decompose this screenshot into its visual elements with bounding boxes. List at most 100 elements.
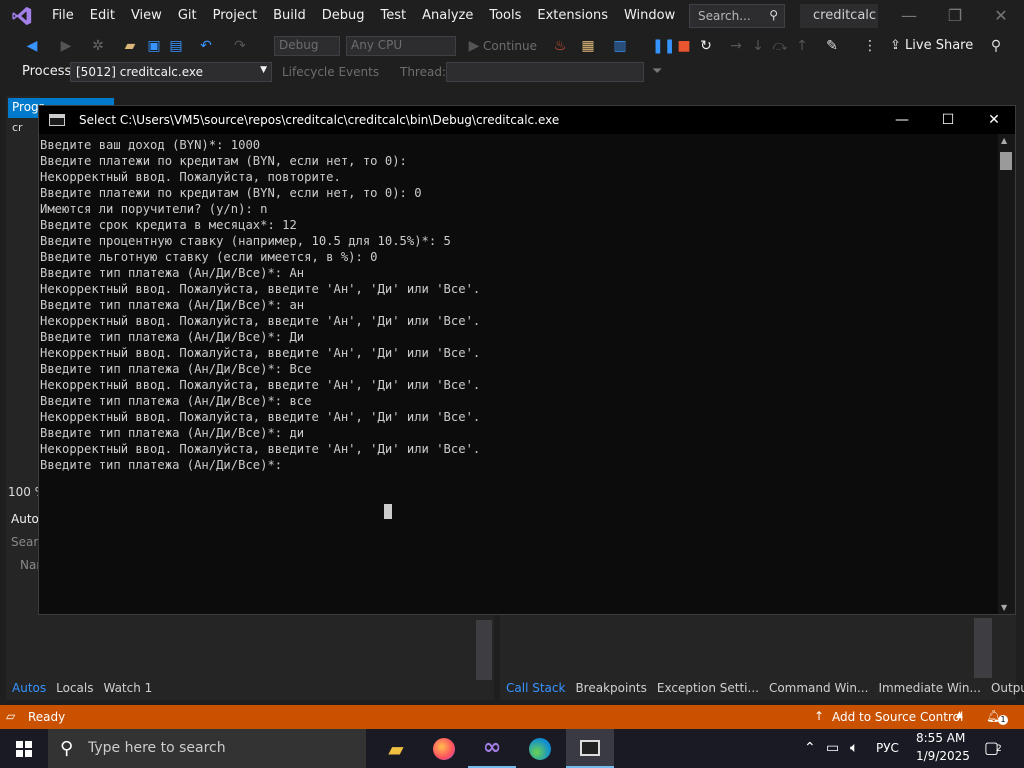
console-taskbar-icon[interactable]	[566, 729, 614, 768]
menu-item-view[interactable]: View	[123, 0, 170, 32]
close-button[interactable]: ✕	[978, 0, 1024, 32]
step-into-icon[interactable]: ↓	[750, 38, 766, 54]
menu-item-test[interactable]: Test	[373, 0, 415, 32]
menu-item-analyze[interactable]: Analyze	[414, 0, 481, 32]
visual-studio-taskbar-icon[interactable]: ∞	[468, 729, 516, 768]
add-to-source-control-button[interactable]: Add to Source Control	[832, 710, 963, 724]
tab-watch-1[interactable]: Watch 1	[103, 681, 152, 695]
console-line: Некорректный ввод. Пожалуйста, введите '…	[40, 378, 481, 392]
tab-breakpoints[interactable]: Breakpoints	[575, 681, 646, 695]
menu-item-project[interactable]: Project	[205, 0, 265, 32]
pause-icon[interactable]: ❚❚	[652, 38, 675, 54]
redo-icon[interactable]: ↷	[232, 38, 248, 54]
windows-taskbar: ⚲ Type here to search ▰ ∞ ⌃ ▭ 🔈︎ РУС 8:5…	[0, 729, 1024, 768]
menu-item-edit[interactable]: Edit	[82, 0, 123, 32]
new-project-icon[interactable]: ✲	[90, 38, 106, 54]
tray-overflow-icon[interactable]: ⌃	[804, 740, 816, 756]
search-placeholder: Search...	[698, 9, 751, 23]
bottom-left-tabs: Autos Locals Watch 1	[12, 681, 162, 695]
console-line: Введите платежи по кредитам (BYN, если н…	[40, 154, 407, 168]
menu-item-debug[interactable]: Debug	[314, 0, 373, 32]
scroll-down-icon[interactable]: ▼	[1001, 603, 1007, 612]
tab-immediate-win[interactable]: Immediate Win...	[878, 681, 981, 695]
search-icon: ⚲	[60, 738, 74, 759]
configuration-dropdown[interactable]: Debug	[274, 36, 340, 56]
language-indicator[interactable]: РУС	[876, 741, 899, 755]
step-out-icon[interactable]: ↑	[794, 38, 810, 54]
continue-button[interactable]: Continue	[483, 39, 537, 53]
thread-dropdown[interactable]	[446, 62, 644, 82]
console-line: Некорректный ввод. Пожалуйста, введите '…	[40, 410, 481, 424]
live-share-button[interactable]: ⇪ Live Share	[890, 38, 973, 53]
file-explorer-icon[interactable]: ▰	[372, 729, 420, 768]
forward-navigation-icon[interactable]: ▶	[58, 38, 74, 54]
edge-icon[interactable]	[516, 729, 564, 768]
back-navigation-icon[interactable]: ◀	[24, 38, 40, 54]
browser-icon[interactable]: ▥	[612, 38, 628, 54]
menu-items: File Edit View Git Project Build Debug Test Anal…	[44, 0, 729, 32]
search-input[interactable]: Search... ⚲	[689, 4, 785, 28]
stop-icon[interactable]: ■	[676, 38, 692, 54]
console-titlebar[interactable]: Select C:\Users\VM5\source\repos\creditc…	[39, 106, 1015, 134]
scroll-up-icon[interactable]: ▲	[1001, 136, 1007, 145]
save-all-icon[interactable]: ▤	[168, 38, 184, 54]
start-button[interactable]	[0, 729, 48, 768]
hot-reload-icon[interactable]: ♨	[552, 38, 568, 54]
tab-exception-setti[interactable]: Exception Setti...	[657, 681, 759, 695]
restart-icon[interactable]: ↻	[698, 38, 714, 54]
tab-locals[interactable]: Locals	[56, 681, 93, 695]
process-dropdown[interactable]: [5012] creditcalc.exe ▼	[70, 62, 272, 82]
console-scrollbar[interactable]: ▲ ▼	[998, 134, 1015, 614]
undo-icon[interactable]: ↶	[198, 38, 214, 54]
process-value: [5012] creditcalc.exe	[76, 65, 204, 79]
feedback-icon[interactable]: ⚲	[988, 38, 1004, 54]
step-over-icon[interactable]: ⤼	[772, 38, 788, 54]
autos-scrollbar[interactable]	[476, 620, 492, 680]
menu-item-extensions[interactable]: Extensions	[529, 0, 616, 32]
console-line: Имеются ли поручители? (y/n): n	[40, 202, 268, 216]
console-output[interactable]: Введите ваш доход (BYN)*: 1000 Введите пл…	[39, 137, 999, 607]
restore-button[interactable]: ❐	[932, 0, 978, 32]
live-share-icon: ⇪	[890, 38, 901, 53]
menu-item-window[interactable]: Window	[616, 0, 683, 32]
console-title: Select C:\Users\VM5\source\repos\creditc…	[79, 113, 560, 127]
call-stack-scrollbar[interactable]	[974, 618, 992, 678]
console-close-button[interactable]: ✕	[971, 106, 1017, 134]
clock-time[interactable]: 8:55 AM	[916, 731, 965, 745]
console-scroll-thumb[interactable]	[1000, 152, 1012, 170]
attach-icon[interactable]: ▦	[580, 38, 596, 54]
console-maximize-button[interactable]: ☐	[925, 106, 971, 134]
console-window[interactable]: Select C:\Users\VM5\source\repos\creditc…	[38, 105, 1016, 615]
volume-icon[interactable]: 🔈︎	[850, 740, 858, 756]
platform-dropdown[interactable]: Any CPU	[346, 36, 456, 56]
bottom-right-tabs: Call Stack Breakpoints Exception Setti... C…	[506, 681, 1024, 695]
console-app-icon	[49, 114, 65, 126]
minimize-button[interactable]: —	[886, 0, 932, 32]
network-icon[interactable]: ▭	[826, 740, 839, 756]
menu-bar: File Edit View Git Project Build Debug Test Anal…	[0, 0, 1024, 32]
open-folder-icon[interactable]: ▰	[122, 38, 138, 54]
cs-file-item[interactable]: cr	[12, 121, 23, 134]
save-icon[interactable]: ▣	[146, 38, 162, 54]
filter-icon[interactable]: ⏷	[652, 64, 662, 79]
console-minimize-button[interactable]: —	[879, 106, 925, 134]
menu-item-build[interactable]: Build	[265, 0, 314, 32]
menu-item-git[interactable]: Git	[170, 0, 205, 32]
tab-command-win[interactable]: Command Win...	[769, 681, 868, 695]
tab-output[interactable]: Output	[991, 681, 1024, 695]
menu-item-tools[interactable]: Tools	[481, 0, 529, 32]
solution-name-badge[interactable]: creditcalc	[800, 4, 878, 28]
tab-autos[interactable]: Autos	[12, 681, 46, 695]
tab-call-stack[interactable]: Call Stack	[506, 681, 565, 695]
console-line: Введите тип платежа (Ан/Ди/Все)*: ан	[40, 298, 305, 312]
clock-date[interactable]: 1/9/2025	[916, 749, 970, 763]
solution-explorer-panel	[6, 96, 40, 506]
diagnostic-tools-icon[interactable]: ✎	[824, 38, 840, 54]
toolbar-overflow-icon[interactable]: ⋮	[862, 38, 878, 54]
taskbar-search-box[interactable]: ⚲ Type here to search	[48, 729, 366, 768]
menu-item-file[interactable]: File	[44, 0, 82, 32]
console-line: Введите тип платежа (Ан/Ди/Все)*: Ди	[40, 330, 305, 344]
firefox-icon[interactable]	[420, 729, 468, 768]
show-next-statement-icon[interactable]: →	[728, 38, 744, 54]
lifecycle-events-button[interactable]: Lifecycle Events	[282, 65, 379, 79]
